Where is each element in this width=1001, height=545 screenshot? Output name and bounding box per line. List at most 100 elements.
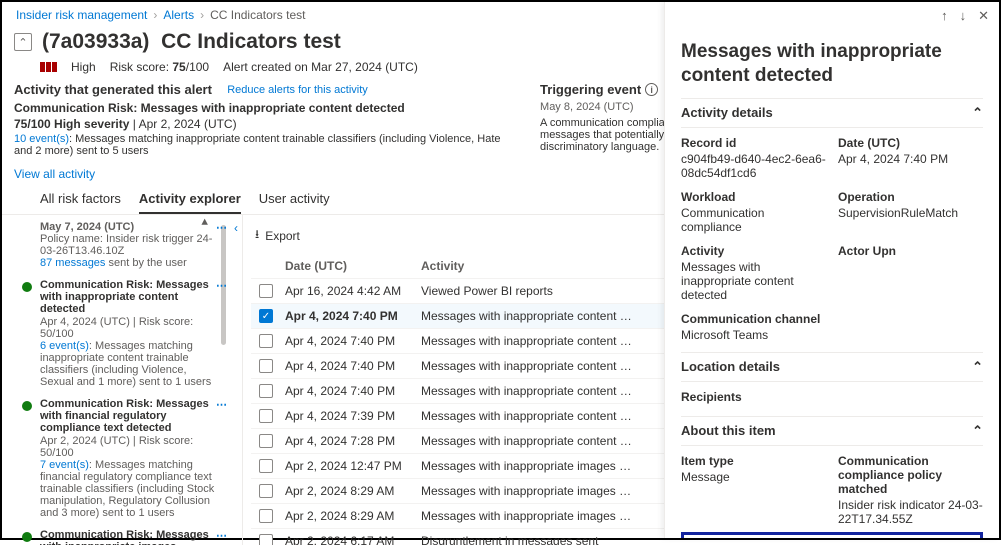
row-checkbox[interactable] — [259, 484, 273, 498]
events-description: : Messages matching inappropriate conten… — [14, 133, 501, 157]
tab-user-activity[interactable]: User activity — [259, 185, 330, 214]
label-item-type: Item type — [681, 454, 826, 468]
severity-indicator — [40, 62, 57, 72]
info-icon[interactable]: i — [645, 83, 658, 96]
collapse-timeline-button[interactable]: ‹ — [230, 215, 242, 545]
more-icon[interactable]: ⋯ — [216, 279, 228, 292]
section-heading-trigger: Triggering event — [540, 82, 641, 97]
label-actor-upn: Actor Upn — [838, 244, 983, 258]
chevron-up-icon: ⌃ — [972, 423, 983, 439]
page-title: (7a03933a) CC Indicators test — [42, 30, 341, 54]
chevron-up-icon: ⌃ — [972, 359, 983, 375]
breadcrumb-alerts[interactable]: Alerts — [163, 8, 194, 22]
activity-summary-column: Activity that generated this alert Reduc… — [14, 82, 520, 181]
status-dot-icon — [22, 282, 32, 292]
timeline-events-link[interactable]: 87 messages — [40, 257, 105, 269]
row-checkbox[interactable]: ✓ — [259, 309, 273, 323]
alert-created-date: Alert created on Mar 27, 2024 (UTC) — [223, 60, 418, 74]
next-arrow-icon[interactable]: ↓ — [960, 8, 967, 24]
tab-activity-explorer[interactable]: Activity explorer — [139, 185, 241, 214]
section-heading-activity: Activity that generated this alert — [14, 82, 212, 97]
prev-arrow-icon[interactable]: ↑ — [941, 8, 948, 24]
value-activity: Messages with inappropriate content dete… — [681, 260, 826, 302]
collapse-toggle[interactable]: ⌃ — [14, 33, 32, 51]
timeline-events-link[interactable]: 7 event(s) — [40, 459, 89, 471]
more-icon[interactable]: ⋯ — [216, 398, 228, 411]
value-date: Apr 4, 2024 7:40 PM — [838, 152, 983, 166]
timeline-subtitle: Apr 2, 2024 (UTC) | Risk score: 50/100 — [40, 435, 216, 459]
risk-date: Apr 2, 2024 (UTC) — [139, 117, 237, 131]
row-checkbox[interactable] — [259, 384, 273, 398]
highlighted-match-section: Trainable classifiers matchedSexual Matc… — [681, 532, 983, 539]
timeline-title: Communication Risk: Messages with inappr… — [40, 529, 216, 545]
reduce-alerts-link[interactable]: Reduce alerts for this activity — [227, 84, 368, 96]
label-date: Date (UTC) — [838, 136, 983, 150]
panel-title: Messages with inappropriate content dete… — [681, 40, 983, 88]
timeline-item[interactable]: ⋯Communication Risk: Messages with finan… — [40, 398, 230, 519]
breadcrumb-root[interactable]: Insider risk management — [16, 8, 147, 22]
timeline-item[interactable]: ⋯May 7, 2024 (UTC)Policy name: Insider r… — [40, 221, 230, 269]
row-checkbox[interactable] — [259, 284, 273, 298]
cell-date: Apr 4, 2024 7:40 PM — [281, 334, 421, 348]
label-workload: Workload — [681, 190, 826, 204]
timeline-events-link[interactable]: 6 event(s) — [40, 340, 89, 352]
timeline-date: May 7, 2024 (UTC) — [40, 221, 216, 233]
risk-score: Risk score: 75/100 — [110, 60, 209, 74]
risk-title: Communication Risk: Messages with inappr… — [14, 101, 520, 115]
more-icon[interactable]: ⋯ — [216, 529, 228, 542]
value-workload: Communication compliance — [681, 206, 826, 234]
download-icon: ⭳ — [255, 225, 259, 246]
severity-label: High — [71, 60, 96, 74]
label-policy-matched: Communication compliance policy matched — [838, 454, 983, 496]
cell-date: Apr 4, 2024 7:39 PM — [281, 409, 421, 423]
value-policy-matched: Insider risk indicator 24-03-22T17.34.55… — [838, 498, 983, 526]
value-channel: Microsoft Teams — [681, 328, 983, 342]
label-channel: Communication channel — [681, 312, 983, 326]
activity-timeline: ▲ ⋯May 7, 2024 (UTC)Policy name: Insider… — [2, 215, 230, 545]
timeline-item[interactable]: ⋯Communication Risk: Messages with inapp… — [40, 279, 230, 388]
cell-date: Apr 4, 2024 7:40 PM — [281, 309, 421, 323]
close-icon[interactable]: ✕ — [978, 8, 989, 24]
details-panel: ↑ ↓ ✕ Messages with inappropriate conten… — [664, 2, 999, 538]
more-icon[interactable]: ⋯ — [216, 221, 228, 234]
timeline-title: Communication Risk: Messages with financ… — [40, 398, 216, 434]
row-checkbox[interactable] — [259, 459, 273, 473]
timeline-detail: 7 event(s): Messages matching financial … — [40, 459, 216, 519]
cell-date: Apr 2, 2024 12:47 PM — [281, 459, 421, 473]
row-checkbox[interactable] — [259, 434, 273, 448]
timeline-item[interactable]: ⋯Communication Risk: Messages with inapp… — [40, 529, 230, 545]
row-checkbox[interactable] — [259, 509, 273, 523]
cell-date: Apr 16, 2024 4:42 AM — [281, 284, 421, 298]
section-location-details[interactable]: Location details⌃ — [681, 352, 983, 382]
timeline-detail: 87 messages sent by the user — [40, 257, 216, 269]
view-all-activity-link[interactable]: View all activity — [14, 167, 95, 181]
row-checkbox[interactable] — [259, 409, 273, 423]
risk-score-value: 75 — [14, 117, 27, 131]
timeline-detail: 6 event(s): Messages matching inappropri… — [40, 340, 216, 388]
row-checkbox[interactable] — [259, 334, 273, 348]
tab-all-risk-factors[interactable]: All risk factors — [40, 185, 121, 214]
label-activity: Activity — [681, 244, 826, 258]
value-item-type: Message — [681, 470, 826, 484]
section-activity-details[interactable]: Activity details⌃ — [681, 98, 983, 128]
breadcrumb-current: CC Indicators test — [210, 8, 305, 22]
events-link[interactable]: 10 event(s) — [14, 133, 69, 145]
value-record-id: c904fb49-d640-4ec2-6ea6-08dc54df1cd6 — [681, 152, 826, 180]
timeline-subtitle: Apr 4, 2024 (UTC) | Risk score: 50/100 — [40, 316, 216, 340]
section-about-item[interactable]: About this item⌃ — [681, 416, 983, 446]
export-button[interactable]: ⭳ Export — [255, 225, 300, 246]
timeline-title: Communication Risk: Messages with inappr… — [40, 279, 216, 315]
status-dot-icon — [22, 532, 32, 542]
cell-date: Apr 4, 2024 7:40 PM — [281, 384, 421, 398]
cell-date: Apr 2, 2024 8:29 AM — [281, 509, 421, 523]
cell-date: Apr 2, 2024 8:29 AM — [281, 484, 421, 498]
col-header-date[interactable]: Date (UTC) — [281, 259, 421, 273]
chevron-up-icon: ⌃ — [972, 105, 983, 121]
value-operation: SupervisionRuleMatch — [838, 206, 983, 220]
label-operation: Operation — [838, 190, 983, 204]
label-record-id: Record id — [681, 136, 826, 150]
cell-date: Apr 4, 2024 7:28 PM — [281, 434, 421, 448]
chevron-right-icon: › — [200, 8, 204, 22]
label-recipients: Recipients — [681, 390, 983, 404]
row-checkbox[interactable] — [259, 359, 273, 373]
